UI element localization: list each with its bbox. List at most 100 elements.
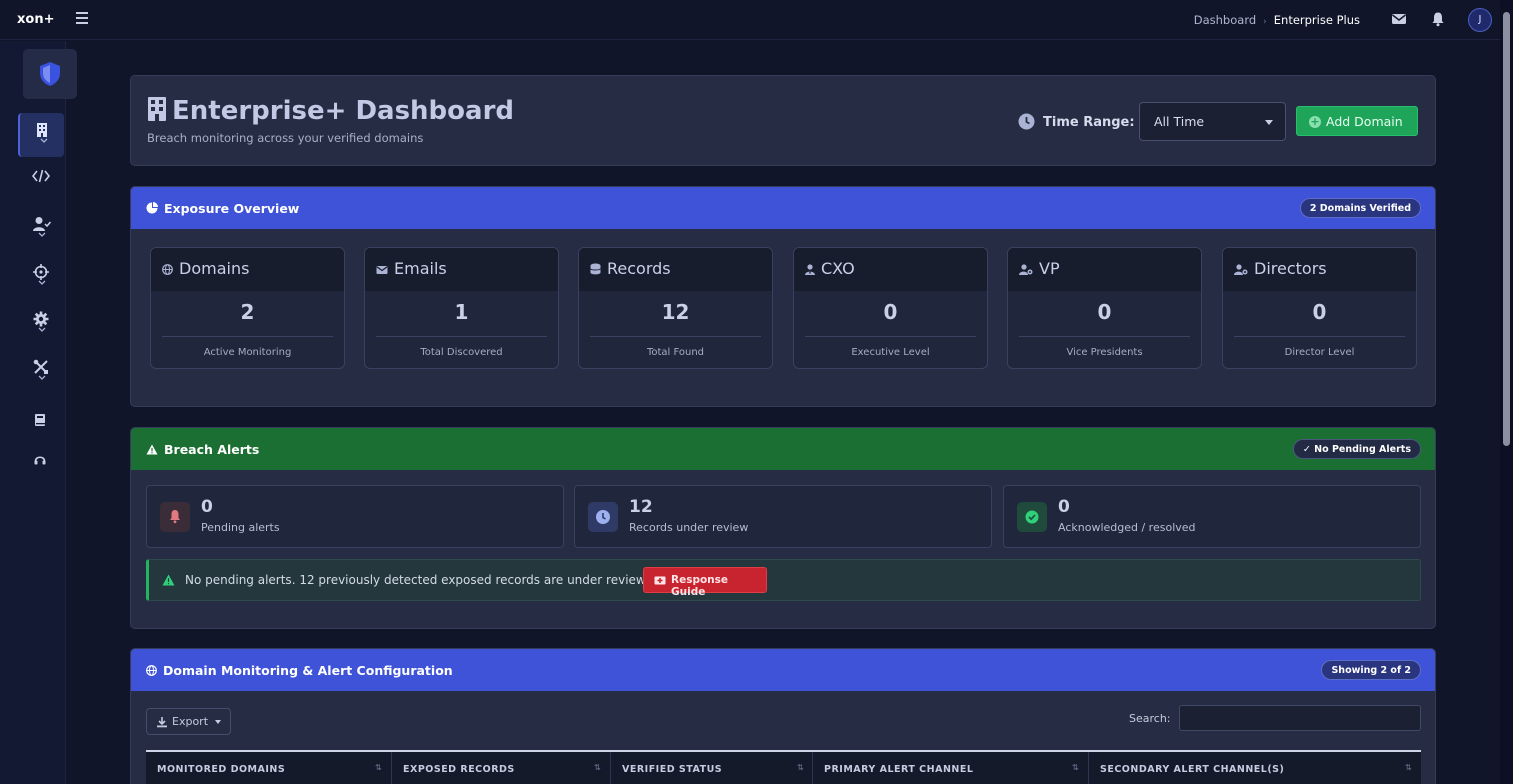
stat-caption: Total Found: [646, 347, 705, 358]
alert-count: 0: [1058, 497, 1070, 517]
stat-header: Records: [579, 248, 772, 291]
caret-down-icon: [1265, 120, 1273, 125]
divider: [1019, 336, 1190, 337]
sidebar-item-target[interactable]: [18, 255, 64, 299]
column-header-domains[interactable]: MONITORED DOMAINS: [157, 764, 285, 775]
stat-header: Emails: [365, 248, 558, 291]
status-badge: Showing 2 of 2: [1321, 660, 1421, 680]
tools-icon: [33, 359, 48, 374]
section-title: Domain Monitoring & Alert Configuration: [146, 663, 453, 678]
bell-icon[interactable]: [1430, 11, 1446, 27]
stat-label: CXO: [821, 259, 855, 278]
domain-monitoring-card: Domain Monitoring & Alert Configuration …: [130, 648, 1436, 784]
sidebar-item-users[interactable]: [18, 207, 64, 251]
sort-icon[interactable]: ⇅: [594, 763, 601, 772]
pie-chart-icon: [146, 202, 158, 214]
stat-card-cxo: CXO 0 Executive Level: [793, 247, 988, 369]
search-input[interactable]: [1179, 705, 1421, 731]
section-title-text: Exposure Overview: [164, 201, 300, 216]
export-label: Export: [172, 715, 209, 728]
stat-value: 0: [883, 300, 898, 324]
first-aid-icon: [654, 576, 666, 585]
alert-stat-review: 12 Records under review: [574, 485, 992, 548]
envelope-icon: [376, 266, 388, 274]
column-divider: [812, 752, 813, 784]
exposure-overview-card: Exposure Overview 2 Domains Verified Dom…: [130, 186, 1436, 407]
sidebar-item-settings[interactable]: [18, 302, 64, 346]
stat-label: VP: [1039, 259, 1060, 278]
stat-value: 0: [1312, 300, 1327, 324]
alert-stat-pending: 0 Pending alerts: [146, 485, 564, 548]
scrollbar-thumb[interactable]: [1503, 12, 1510, 446]
caret-down-icon: [215, 720, 221, 724]
sidebar-item-api[interactable]: [18, 159, 64, 203]
time-range-value: All Time: [1154, 114, 1205, 129]
status-badge: 2 Domains Verified: [1299, 198, 1421, 218]
stat-caption: Vice Presidents: [1066, 347, 1143, 358]
database-icon: [590, 263, 601, 275]
alert-count: 12: [629, 497, 653, 517]
divider: [162, 336, 333, 337]
sidebar-item-tools[interactable]: [18, 350, 64, 394]
page-subtitle: Breach monitoring across your verified d…: [147, 131, 424, 145]
sidebar-item-enterprise[interactable]: [18, 113, 64, 157]
bell-icon: [160, 502, 190, 532]
book-icon: [35, 414, 45, 426]
divider: [590, 336, 761, 337]
gear-icon: [33, 311, 49, 327]
chevron-down-icon: [38, 280, 46, 285]
stat-label: Records: [607, 259, 671, 278]
warning-icon: [146, 444, 158, 455]
avatar[interactable]: J: [1468, 8, 1492, 32]
stat-label: Emails: [394, 259, 447, 278]
warning-icon: [162, 574, 175, 586]
brand-logo[interactable]: xon+: [17, 12, 54, 27]
page-title-text: Enterprise+ Dashboard: [172, 96, 515, 126]
building-icon: [37, 123, 47, 137]
divider: [376, 336, 547, 337]
alert-label: Pending alerts: [201, 521, 280, 534]
column-header-verified[interactable]: VERIFIED STATUS: [622, 764, 722, 775]
divider: [805, 336, 976, 337]
search-label: Search:: [1129, 712, 1171, 725]
chevron-down-icon: [38, 327, 46, 332]
sidebar-item-support[interactable]: [18, 441, 64, 485]
add-domain-label: Add Domain: [1326, 114, 1403, 129]
chevron-down-icon: [40, 138, 48, 143]
mail-icon[interactable]: [1391, 11, 1407, 27]
stat-card-vp: VP 0 Vice Presidents: [1007, 247, 1202, 369]
shield-icon: [40, 62, 60, 86]
user-gear-icon: [1019, 264, 1033, 275]
sort-icon[interactable]: ⇅: [375, 763, 382, 772]
time-range-select[interactable]: All Time: [1139, 102, 1286, 141]
export-button[interactable]: Export: [146, 708, 231, 735]
column-header-secondary-channel[interactable]: SECONDARY ALERT CHANNEL(S): [1100, 764, 1284, 775]
section-title-text: Breach Alerts: [164, 442, 260, 457]
alert-notice: No pending alerts. 12 previously detecte…: [146, 559, 1421, 601]
plus-circle-icon: +: [1309, 115, 1321, 128]
column-header-records[interactable]: EXPOSED RECORDS: [403, 764, 515, 775]
column-header-primary-channel[interactable]: PRIMARY ALERT CHANNEL: [824, 764, 973, 775]
check-circle-icon: [1017, 502, 1047, 532]
user-cog-icon: [1234, 264, 1248, 275]
sort-icon[interactable]: ⇅: [797, 763, 804, 772]
breadcrumb-dashboard-link[interactable]: Dashboard: [1194, 13, 1256, 27]
stat-label: Directors: [1254, 259, 1327, 278]
sort-icon[interactable]: ⇅: [1405, 763, 1412, 772]
sort-icon[interactable]: ⇅: [1072, 763, 1079, 772]
stat-value: 1: [454, 300, 469, 324]
breadcrumb-current: Enterprise Plus: [1273, 13, 1360, 27]
response-guide-button[interactable]: Response Guide: [643, 567, 767, 598]
sidebar-logo[interactable]: [23, 49, 77, 99]
sidebar-item-docs[interactable]: [18, 400, 64, 444]
building-icon: [148, 97, 166, 121]
stat-card-records: Records 12 Total Found: [578, 247, 773, 369]
divider: [1234, 336, 1405, 337]
breadcrumb: Dashboard › Enterprise Plus: [1194, 13, 1360, 27]
add-domain-button[interactable]: + Add Domain: [1296, 106, 1418, 136]
breach-alerts-header: Breach Alerts ✓ No Pending Alerts: [131, 428, 1435, 470]
domain-monitoring-header: Domain Monitoring & Alert Configuration …: [131, 649, 1435, 691]
menu-toggle-icon[interactable]: [76, 12, 88, 24]
alert-label: Acknowledged / resolved: [1058, 521, 1196, 534]
column-divider: [610, 752, 611, 784]
